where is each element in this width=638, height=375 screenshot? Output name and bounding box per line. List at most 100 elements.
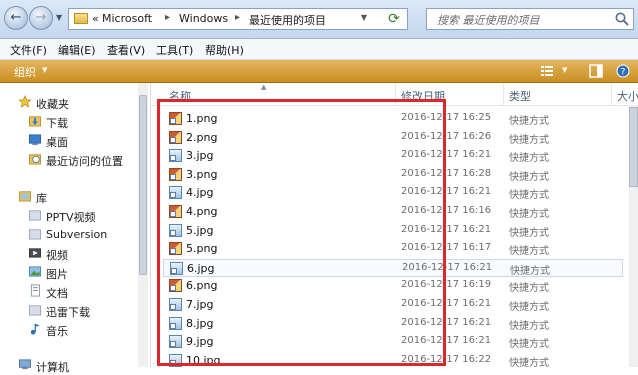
nav-item-documents[interactable]: 文档 (0, 282, 148, 300)
menu-view[interactable]: 查看(V) (107, 42, 145, 58)
shortcut-arrow-icon (170, 173, 176, 180)
column-size[interactable]: 大小 (617, 88, 638, 104)
file-type: 快捷方式 (509, 171, 549, 183)
breadcrumb-separator[interactable]: ▸ (235, 12, 240, 23)
file-name: 9.jpg (186, 335, 214, 349)
back-arrow-icon[interactable]: ← (4, 6, 28, 30)
column-divider[interactable] (503, 83, 504, 105)
column-divider[interactable] (611, 83, 612, 105)
libraries-icon (19, 191, 31, 202)
search-input[interactable]: 搜索 最近使用的项目 (426, 8, 634, 30)
nav-scrollbar[interactable] (138, 83, 148, 367)
organize-dropdown-icon[interactable]: ▼ (42, 66, 47, 74)
menu-edit[interactable]: 编辑(E) (58, 42, 96, 58)
nav-item-music[interactable]: 音乐 (0, 320, 148, 338)
file-row[interactable]: 8.jpg 2016-12-17 16:21 快捷方式 (163, 315, 623, 333)
nav-item-label: 视频 (46, 249, 68, 262)
file-date-modified: 2016-12-17 16:19 (401, 279, 492, 291)
nav-libraries[interactable]: 库 (0, 187, 148, 205)
nav-item-label: 桌面 (46, 136, 68, 149)
png-shortcut-icon (169, 242, 182, 256)
breadcrumb-recent-items[interactable]: 最近使用的项目 (249, 12, 326, 28)
file-list-scrollbar-thumb[interactable] (629, 107, 638, 187)
file-name: 3.jpg (186, 149, 214, 163)
nav-libraries-label: 库 (36, 192, 47, 205)
nav-item-subversion[interactable]: Subversion (0, 225, 148, 243)
search-icon[interactable] (614, 11, 630, 27)
file-row[interactable]: 2.png 2016-12-17 16:26 快捷方式 (163, 129, 623, 147)
file-row[interactable]: 7.jpg 2016-12-17 16:21 快捷方式 (163, 296, 623, 314)
view-dropdown-icon[interactable]: ▼ (562, 66, 567, 74)
file-row[interactable]: 9.jpg 2016-12-17 16:21 快捷方式 (163, 333, 623, 351)
file-date-modified: 2016-12-17 16:22 (401, 353, 492, 365)
nav-item-desktop[interactable]: 桌面 (0, 131, 148, 149)
breadcrumb-windows[interactable]: Windows (179, 12, 228, 25)
file-row[interactable]: 6.jpg 2016-12-17 16:21 快捷方式 (163, 258, 623, 277)
organize-button[interactable]: 组织 (14, 64, 36, 80)
file-type: 快捷方式 (509, 283, 549, 295)
file-row[interactable]: 5.png 2016-12-17 16:17 快捷方式 (163, 240, 623, 258)
view-options-icon[interactable] (540, 64, 554, 78)
file-row[interactable]: 1.png 2016-12-17 16:25 快捷方式 (163, 110, 623, 128)
nav-item-pictures[interactable]: 图片 (0, 263, 148, 281)
file-name: 7.jpg (186, 298, 214, 311)
file-type: 快捷方式 (509, 116, 549, 127)
file-type: 快捷方式 (509, 302, 549, 313)
nav-item-label: 音乐 (46, 325, 68, 338)
menu-tools[interactable]: 工具(T) (156, 42, 193, 58)
breadcrumb-separator[interactable]: ▸ (165, 12, 170, 23)
nav-item-thunder-downloads[interactable]: 迅雷下载 (0, 301, 148, 319)
file-date-modified: 2016-12-17 16:21 (402, 261, 493, 273)
forward-arrow-icon[interactable]: → (29, 6, 53, 30)
column-type[interactable]: 类型 (509, 88, 531, 104)
nav-favorites[interactable]: 收藏夹 (0, 93, 148, 111)
file-name: 4.jpg (186, 186, 214, 200)
file-name: 2.png (186, 130, 218, 144)
file-row[interactable]: 5.jpg 2016-12-17 16:21 快捷方式 (163, 222, 623, 240)
file-list-scrollbar[interactable] (629, 105, 638, 367)
shortcut-arrow-icon (170, 359, 176, 366)
file-date-modified: 2016-12-17 16:21 (401, 298, 492, 309)
folder-icon (74, 13, 88, 24)
file-row[interactable]: 3.jpg 2016-12-17 16:21 快捷方式 (163, 147, 623, 165)
file-type: 快捷方式 (510, 265, 550, 277)
file-date-modified: 2016-12-17 16:25 (401, 112, 492, 123)
menu-help[interactable]: 帮助(H) (205, 42, 244, 58)
jpg-shortcut-icon (169, 223, 182, 237)
file-row[interactable]: 6.png 2016-12-17 16:19 快捷方式 (163, 277, 623, 295)
menu-file[interactable]: 文件(F) (10, 42, 47, 58)
shortcut-arrow-icon (170, 211, 176, 217)
column-date-modified[interactable]: 修改日期 (401, 88, 445, 104)
shortcut-arrow-icon (170, 192, 176, 199)
nav-scrollbar-thumb[interactable] (139, 95, 147, 275)
address-dropdown-icon[interactable]: ▼ (361, 13, 367, 22)
file-row[interactable]: 4.jpg 2016-12-17 16:21 快捷方式 (163, 184, 623, 202)
jpg-shortcut-icon (169, 316, 182, 330)
svg-text:?: ? (621, 68, 626, 78)
nav-item-pptv[interactable]: PPTV视频 (0, 206, 148, 224)
preview-pane-icon[interactable] (589, 64, 603, 78)
file-row[interactable]: 4.png 2016-12-17 16:16 快捷方式 (163, 203, 623, 221)
address-prefix[interactable]: « (92, 12, 99, 25)
file-row[interactable]: 3.png 2016-12-17 16:28 快捷方式 (163, 166, 623, 184)
address-input[interactable]: « Microsoft ▸ Windows ▸ 最近使用的项目 ▼ ⟳ (68, 8, 408, 30)
jpg-shortcut-icon (169, 149, 182, 163)
recent-pages-dropdown-icon[interactable]: ▼ (56, 13, 62, 22)
file-date-modified: 2016-12-17 16:16 (401, 205, 492, 216)
column-divider[interactable] (395, 83, 396, 105)
nav-item-recent-places[interactable]: 最近访问的位置 (0, 150, 148, 168)
column-name[interactable]: 名称 (169, 88, 191, 104)
refresh-icon[interactable]: ⟳ (384, 10, 404, 28)
file-date-modified: 2016-12-17 16:21 (401, 335, 492, 347)
help-icon[interactable]: ? (616, 64, 630, 78)
shortcut-arrow-icon (170, 229, 176, 236)
address-bar-area: ← → ▼ « Microsoft ▸ Windows ▸ 最近使用的项目 ▼ … (0, 0, 638, 39)
breadcrumb-microsoft[interactable]: Microsoft (102, 12, 152, 25)
shortcut-arrow-icon (170, 155, 176, 162)
nav-computer[interactable]: 计算机 (0, 356, 148, 374)
nav-item-downloads[interactable]: 下载 (0, 112, 148, 130)
nav-item-videos[interactable]: 视频 (0, 244, 148, 262)
documents-library-icon (30, 284, 41, 297)
file-row[interactable]: 10.jpg 2016-12-17 16:22 快捷方式 (163, 352, 623, 367)
menu-bar: 文件(F) 编辑(E) 查看(V) 工具(T) 帮助(H) (0, 39, 638, 60)
